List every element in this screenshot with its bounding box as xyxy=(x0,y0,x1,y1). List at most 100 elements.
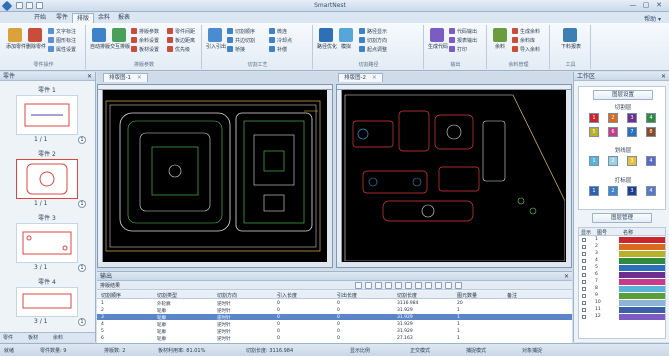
layer-row[interactable]: 4 xyxy=(579,258,665,264)
drawing-tab-1[interactable]: 排版图-1 ✕ xyxy=(103,73,148,82)
layer-color-swatch[interactable]: 4 xyxy=(646,156,656,166)
layer-color-bar[interactable] xyxy=(619,307,665,313)
layer-visible-checkbox[interactable] xyxy=(582,273,586,277)
column-header[interactable]: 图元数量 xyxy=(457,292,477,299)
layer-color-swatch[interactable]: 1 xyxy=(589,186,599,196)
table-row[interactable]: 2 轮廓 逆时针 0 0 31.929 1 xyxy=(97,307,572,314)
layer-manage-button[interactable]: 图层管理 xyxy=(592,213,652,223)
column-header[interactable]: 引出长度 xyxy=(337,292,357,299)
layer-color-bar[interactable] xyxy=(619,237,665,243)
layer-row[interactable]: 3 xyxy=(579,251,665,257)
lead-in-out-button[interactable]: 引入引出 xyxy=(206,28,226,54)
play-icon[interactable] xyxy=(375,282,382,289)
bridge-button[interactable]: 桥接 xyxy=(227,46,245,54)
column-header[interactable]: 名称 xyxy=(623,229,633,236)
layer-color-bar[interactable] xyxy=(619,300,665,306)
layer-row[interactable]: 10 xyxy=(579,300,665,306)
layer-visible-checkbox[interactable] xyxy=(582,308,586,312)
column-header[interactable]: 切割类型 xyxy=(157,292,177,299)
column-header[interactable]: 切割方向 xyxy=(217,292,237,299)
horizontal-scrollbar[interactable] xyxy=(337,262,571,267)
cooling-point-button[interactable]: 冷却点 xyxy=(269,37,292,45)
layer-row[interactable]: 8 xyxy=(579,286,665,292)
status-snap-toggle[interactable]: 捕捉模式 xyxy=(466,347,486,354)
layer-visible-checkbox[interactable] xyxy=(582,294,586,298)
simulate-button[interactable]: 模拟 xyxy=(337,28,355,54)
footer-tab-plates[interactable]: 板材 xyxy=(28,334,38,341)
vertical-scrollbar[interactable] xyxy=(327,90,332,262)
part-card[interactable]: 零件 3 3 / 1 1 xyxy=(4,214,90,273)
app-logo-icon[interactable] xyxy=(1,0,13,12)
layer-color-bar[interactable] xyxy=(619,314,665,320)
manual-nest-button[interactable]: 交互排版 xyxy=(110,28,130,54)
layer-color-swatch[interactable]: 5 xyxy=(589,127,599,137)
remnant-setting-button[interactable]: 余料设置 xyxy=(131,37,159,45)
layer-color-swatch[interactable]: 3 xyxy=(627,113,637,123)
part-card[interactable]: 零件 1 1 / 1 1 xyxy=(4,86,90,145)
layer-color-swatch[interactable]: 1 xyxy=(589,113,599,123)
layer-color-swatch[interactable]: 6 xyxy=(608,127,618,137)
layer-row[interactable]: 6 xyxy=(579,272,665,278)
report-output-button[interactable]: 报表输出 xyxy=(449,37,477,45)
layer-color-swatch[interactable]: 1 xyxy=(589,156,599,166)
part-card[interactable]: 零件 2 1 / 1 1 xyxy=(4,150,90,209)
layer-row[interactable]: 9 xyxy=(579,293,665,299)
print-button[interactable]: 打印 xyxy=(449,46,467,54)
compensation-button[interactable]: 补偿 xyxy=(269,46,287,54)
layer-color-bar[interactable] xyxy=(619,265,665,271)
column-header[interactable]: 图号 xyxy=(597,229,607,236)
cut-direction-button[interactable]: 切割方向 xyxy=(359,37,387,45)
column-header[interactable]: 备注 xyxy=(507,292,517,299)
redo-icon[interactable] xyxy=(36,2,43,9)
layer-settings-button[interactable]: 图层设置 xyxy=(593,90,653,100)
part-quantity-badge[interactable]: 1 xyxy=(78,200,86,208)
vertical-scrollbar[interactable] xyxy=(566,90,571,262)
undo-icon[interactable] xyxy=(26,2,33,9)
horizontal-scrollbar[interactable] xyxy=(98,262,332,267)
layer-color-bar[interactable] xyxy=(619,244,665,250)
layer-row[interactable]: 5 xyxy=(579,265,665,271)
zoom-icon[interactable] xyxy=(445,282,452,289)
status-ortho-toggle[interactable]: 正交模式 xyxy=(410,347,430,354)
common-edge-button[interactable]: 共边切割 xyxy=(227,37,255,45)
previous-icon[interactable] xyxy=(365,282,372,289)
shape-mark-button[interactable]: 图形标注 xyxy=(48,37,76,45)
plate-setting-button[interactable]: 板材设置 xyxy=(131,46,159,54)
close-icon[interactable]: ✕ xyxy=(87,72,92,81)
nest-param-button[interactable]: 排版参数 xyxy=(131,28,159,36)
layer-color-swatch[interactable]: 3 xyxy=(627,156,637,166)
close-icon[interactable]: ✕ xyxy=(137,75,142,81)
part-quantity-badge[interactable]: 1 xyxy=(78,318,86,326)
micro-joint-button[interactable]: 微连 xyxy=(269,28,287,36)
column-header[interactable]: 显示 xyxy=(581,229,591,236)
add-part-button[interactable]: 添加零件 xyxy=(6,28,26,54)
start-point-button[interactable]: 起点调整 xyxy=(359,46,387,54)
close-icon[interactable]: ✕ xyxy=(372,75,377,81)
layer-color-swatch[interactable]: 4 xyxy=(646,113,656,123)
layer-color-bar[interactable] xyxy=(619,258,665,264)
layer-color-swatch[interactable]: 2 xyxy=(608,186,618,196)
table-row[interactable]: 3 轮廓 逆时针 0 0 31.929 1 xyxy=(97,314,572,321)
save-icon[interactable] xyxy=(16,2,23,9)
export-icon[interactable] xyxy=(455,282,462,289)
menu-tab-parts[interactable]: 零件 xyxy=(52,13,72,23)
code-output-button[interactable]: 代码输出 xyxy=(449,28,477,36)
sort-icon[interactable] xyxy=(425,282,432,289)
remnant-button[interactable]: 余料 xyxy=(491,28,509,54)
auto-nest-button[interactable]: 自动排版 xyxy=(90,28,110,54)
layer-color-swatch[interactable]: 4 xyxy=(646,186,656,196)
menu-tab-nesting[interactable]: 排版 xyxy=(72,13,95,23)
layer-visible-checkbox[interactable] xyxy=(582,259,586,263)
layer-color-bar[interactable] xyxy=(619,279,665,285)
part-quantity-badge[interactable]: 1 xyxy=(78,264,86,272)
layer-row[interactable]: 1 xyxy=(579,237,665,243)
layer-visible-checkbox[interactable] xyxy=(582,287,586,291)
layer-row[interactable]: 2 xyxy=(579,244,665,250)
drawing-canvas-2[interactable] xyxy=(336,84,572,268)
minimize-button[interactable]: — xyxy=(627,1,639,10)
layer-color-bar[interactable] xyxy=(619,272,665,278)
layer-visible-checkbox[interactable] xyxy=(582,238,586,242)
layer-visible-checkbox[interactable] xyxy=(582,252,586,256)
part-card[interactable]: 零件 4 3 / 1 1 xyxy=(4,278,90,327)
import-remnant-button[interactable]: 导入余料 xyxy=(512,46,540,54)
